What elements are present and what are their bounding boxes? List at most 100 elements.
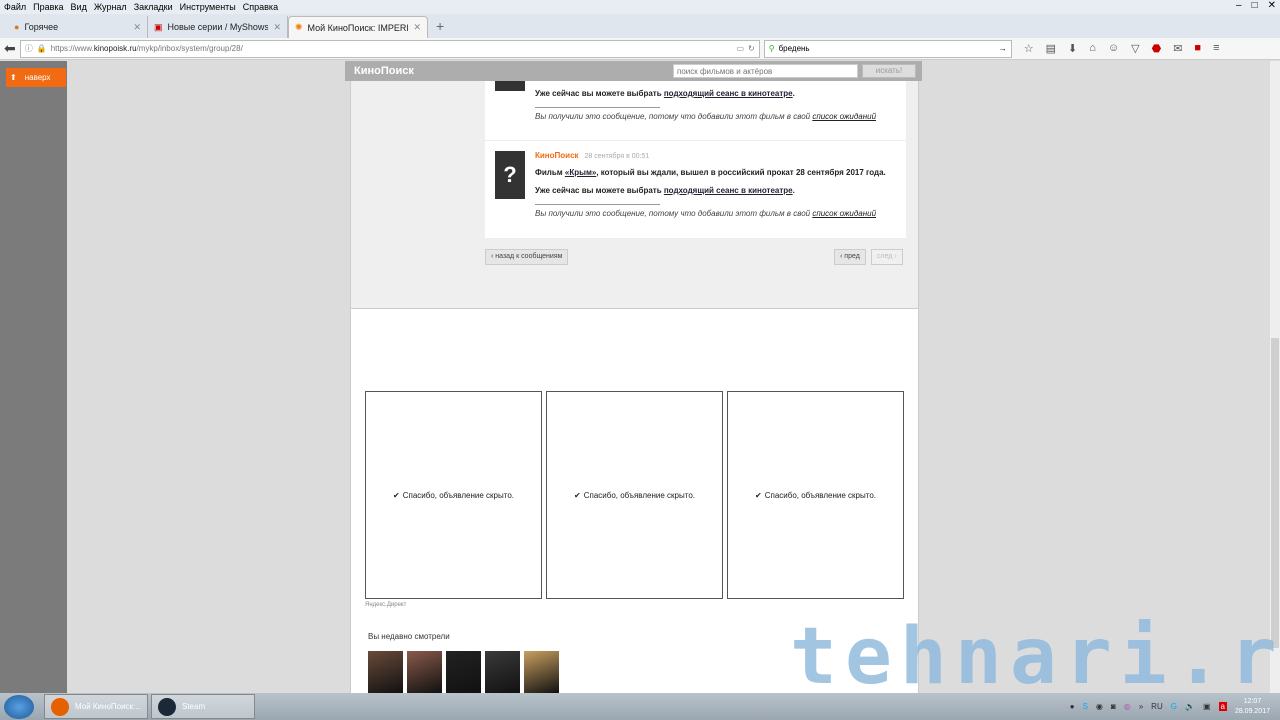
home-icon[interactable]: ⌂ — [1089, 42, 1096, 55]
recent-title: Вы недавно смотрели — [368, 632, 450, 641]
close-tab-icon[interactable]: ✕ — [133, 22, 141, 33]
tab-favicon-icon: ✺ — [295, 22, 303, 32]
maximize-button[interactable]: □ — [1252, 0, 1258, 11]
yandex-direct-link[interactable]: Яндекс.Директ — [365, 602, 406, 608]
steam-tray-icon[interactable]: ● — [1070, 702, 1075, 711]
wishlist-link[interactable]: список ожиданий — [812, 112, 876, 121]
tab-strip: ● Горячее ✕ ▣ Новые серии / MyShows... ✕ ✺ Мо… — [0, 14, 1280, 38]
menu-help[interactable]: Справка — [243, 2, 278, 12]
ad-block: ✔ Спасибо, объявление скрыто. — [727, 391, 904, 599]
task-steam[interactable]: Steam — [151, 694, 255, 719]
back-icon[interactable]: ⬅ — [4, 40, 16, 57]
pdf-icon[interactable]: ■ — [1194, 42, 1201, 55]
search-icon: ⚲ — [768, 44, 775, 53]
menu-file[interactable]: Файл — [4, 2, 26, 12]
ad-blocks: ✔ Спасибо, объявление скрыто. ✔ Спасибо, о… — [365, 391, 904, 599]
menu-icon[interactable]: ≡ — [1213, 42, 1219, 55]
system-tray: ● S ◉ ◙ ◍ » RU G 🔊 ▣ a 12:07 28.09.2017 — [1070, 693, 1270, 720]
close-tab-icon[interactable]: ✕ — [273, 22, 281, 33]
minimize-button[interactable]: – — [1236, 0, 1242, 11]
recent-posters — [368, 651, 559, 693]
message-item: ? КиноПоиск 28 сентября в 00:51 Фильм «Кр… — [485, 141, 906, 218]
tray-app-icon[interactable]: ◉ — [1096, 702, 1103, 711]
scroll-up-button[interactable]: ⬆ наверх — [6, 68, 66, 87]
cinema-link[interactable]: подходящий сеанс в кинотеатре — [664, 186, 793, 195]
watermark-logo: tehnari.ru — [790, 612, 1280, 702]
task-firefox[interactable]: Мой КиноПоиск:... — [44, 694, 148, 719]
prev-button[interactable]: ‹ пред — [834, 249, 866, 265]
skype-icon[interactable]: S — [1083, 702, 1088, 711]
tab-favicon-icon: ● — [14, 22, 20, 32]
language-indicator[interactable]: RU — [1151, 702, 1163, 711]
wishlist-link[interactable]: список ожиданий — [812, 209, 876, 218]
tab-kinopoisk[interactable]: ✺Мой КиноПоиск: IMPERIA...✕ — [288, 16, 428, 38]
sender-link[interactable]: КиноПоиск — [535, 151, 579, 160]
ad-block: ✔ Спасибо, объявление скрыто. — [365, 391, 542, 599]
message-list: Уже сейчас вы можете выбрать подходящий … — [485, 71, 906, 238]
tab-myshows[interactable]: ▣ Новые серии / MyShows... ✕ — [148, 16, 288, 38]
site-search-input[interactable] — [673, 64, 858, 78]
cinema-link[interactable]: подходящий сеанс в кинотеатре — [664, 89, 793, 98]
menu-bookmarks[interactable]: Закладки — [134, 2, 173, 12]
info-icon: ⓘ — [24, 44, 33, 53]
menu-view[interactable]: Вид — [71, 2, 87, 12]
start-button[interactable] — [4, 694, 34, 719]
site-logo[interactable]: КиноПоиск — [354, 65, 414, 77]
volume-icon[interactable]: 🔊 — [1185, 702, 1195, 711]
next-button: след › — [871, 249, 903, 265]
close-tab-icon[interactable]: ✕ — [413, 22, 421, 33]
menu-edit[interactable]: Правка — [33, 2, 63, 12]
site-header: КиноПоиск искать! — [345, 61, 922, 81]
tab-hot[interactable]: ● Горячее ✕ — [8, 16, 148, 38]
film-link[interactable]: «Крым» — [565, 168, 596, 177]
pocket-icon[interactable]: ▽ — [1131, 42, 1139, 55]
recent-poster[interactable] — [524, 651, 559, 693]
close-window-button[interactable]: ✕ — [1268, 0, 1276, 11]
network-icon[interactable]: ▣ — [1203, 702, 1211, 711]
url-bar[interactable]: ⓘ 🔒 https://www.kinopoisk.ru/mykp/inbox/s… — [19, 39, 760, 58]
page-content: Уже сейчас вы можете выбрать подходящий … — [350, 61, 919, 693]
tab-favicon-icon: ▣ — [154, 21, 163, 32]
logitech-icon[interactable]: G — [1171, 702, 1177, 711]
firefox-icon — [51, 697, 69, 716]
avatar: ? — [495, 151, 525, 199]
left-margin — [0, 61, 67, 693]
search-go-icon[interactable]: → — [999, 44, 1007, 53]
show-hidden-icon[interactable]: » — [1139, 702, 1143, 711]
check-icon: ✔ — [393, 490, 400, 500]
steam-icon — [158, 697, 176, 716]
arrow-up-icon: ⬆ — [10, 73, 17, 82]
taskbar: Мой КиноПоиск:... Steam ● S ◉ ◙ ◍ » RU G 🔊 ▣ a 1… — [0, 693, 1280, 720]
recent-poster[interactable] — [368, 651, 403, 693]
reload-icon[interactable]: ↻ — [748, 44, 755, 53]
ad-block: ✔ Спасибо, объявление скрыто. — [546, 391, 723, 599]
menu-bar: Файл Правка Вид Журнал Закладки Инструме… — [0, 0, 1280, 14]
check-icon: ✔ — [574, 490, 581, 500]
bookmark-star-icon[interactable]: ☆ — [1024, 42, 1034, 55]
site-search-button[interactable]: искать! — [862, 64, 916, 78]
new-tab-button[interactable]: + — [436, 18, 444, 34]
avira-icon[interactable]: a — [1218, 702, 1227, 711]
nav-bar: ⬅ ⓘ 🔒 https://www.kinopoisk.ru/mykp/inbox… — [0, 38, 1280, 60]
back-to-messages-button[interactable]: ‹ назад к сообщениям — [485, 249, 569, 265]
emoji-icon[interactable]: ☺ — [1108, 42, 1119, 55]
recent-poster[interactable] — [407, 651, 442, 693]
bookmarks-list-icon[interactable]: ▤ — [1046, 42, 1056, 55]
mail-icon[interactable]: ✉ — [1173, 42, 1182, 55]
check-icon: ✔ — [755, 490, 762, 500]
clock[interactable]: 12:07 28.09.2017 — [1235, 697, 1270, 717]
message-item: Уже сейчас вы можете выбрать подходящий … — [485, 71, 906, 141]
adblock-icon[interactable]: ⬣ — [1152, 42, 1162, 55]
search-bar[interactable]: ⚲ бредень → — [763, 39, 1012, 58]
recent-poster[interactable] — [485, 651, 520, 693]
menu-history[interactable]: Журнал — [94, 2, 127, 12]
tray-app-icon[interactable]: ◍ — [1124, 702, 1131, 711]
download-icon[interactable]: ⬇ — [1068, 42, 1077, 55]
reader-icon[interactable]: ▭ — [736, 44, 744, 53]
scrollbar[interactable] — [1270, 61, 1280, 693]
menu-tools[interactable]: Инструменты — [180, 2, 236, 12]
scrollbar-thumb[interactable] — [1271, 338, 1279, 648]
recent-poster[interactable] — [446, 651, 481, 693]
lock-icon: 🔒 — [36, 44, 47, 53]
discord-icon[interactable]: ◙ — [1111, 702, 1116, 711]
